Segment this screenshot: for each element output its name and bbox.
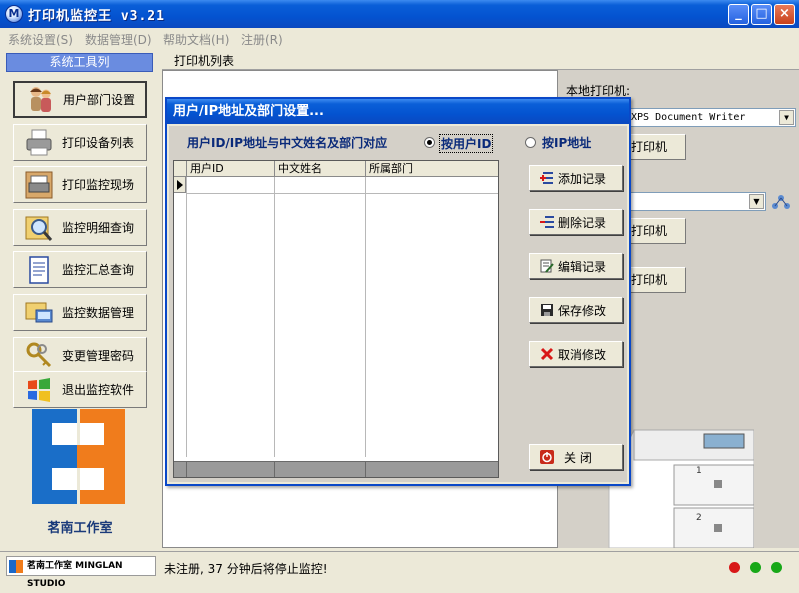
users-icon bbox=[25, 85, 55, 115]
sidebar-item-exit[interactable]: 退出监控软件 bbox=[13, 371, 147, 408]
mapping-grid[interactable]: 用户ID 中文姓名 所属部门 bbox=[173, 160, 499, 478]
maximize-button[interactable]: □ bbox=[751, 4, 772, 25]
studio-name: 茗南工作室 bbox=[47, 521, 113, 536]
user-dept-dialog: 用户/IP地址及部门设置... 用户ID/IP地址与中文姓名及部门对应 按用户I… bbox=[165, 97, 631, 486]
sidebar-item-print-monitor[interactable]: 打印监控现场 bbox=[13, 166, 147, 203]
sidebar-item-label: 打印监控现场 bbox=[62, 178, 135, 192]
sidebar: 系统工具列 用户部门设置 打印设备列表 打印监控现场 监控明细查询 监控汇总查询… bbox=[0, 48, 160, 551]
add-record-button[interactable]: 添加记录 bbox=[529, 165, 623, 191]
save-changes-label: 保存修改 bbox=[558, 303, 607, 318]
printer-icon bbox=[24, 128, 54, 158]
cancel-changes-label: 取消修改 bbox=[558, 347, 607, 362]
title-bar: M 打印机监控王 v3.21 _ □ × bbox=[0, 0, 799, 28]
dialog-close-button[interactable]: 关 闭 bbox=[529, 444, 623, 470]
menu-data-manage[interactable]: 数据管理(D) bbox=[85, 31, 152, 48]
add-row-icon bbox=[540, 171, 554, 185]
radio-by-user-id[interactable] bbox=[424, 137, 435, 148]
sidebar-item-detail-query[interactable]: 监控明细查询 bbox=[13, 209, 147, 246]
status-brand-text: 茗南工作室 MINGLAN STUDIO bbox=[27, 561, 123, 589]
add-record-label: 添加记录 bbox=[558, 171, 607, 186]
sidebar-header: 系统工具列 bbox=[6, 53, 153, 72]
row-indicator-icon bbox=[174, 177, 186, 193]
chevron-down-icon[interactable]: ▼ bbox=[779, 110, 794, 125]
windows-icon bbox=[24, 375, 54, 405]
save-changes-button[interactable]: 保存修改 bbox=[529, 297, 623, 323]
grid-header: 用户ID 中文姓名 所属部门 bbox=[174, 161, 498, 177]
menu-help[interactable]: 帮助文档(H) bbox=[163, 31, 229, 48]
tab-printer-list[interactable]: 打印机列表 bbox=[174, 52, 234, 69]
chevron-down-icon[interactable]: ▼ bbox=[749, 194, 764, 209]
status-light-green bbox=[750, 562, 761, 573]
status-message: 未注册, 37 分钟后将停止监控! bbox=[164, 562, 328, 576]
grid-footer-divider bbox=[274, 462, 275, 477]
dialog-title: 用户/IP地址及部门设置... bbox=[167, 99, 629, 124]
close-button[interactable]: × bbox=[774, 4, 795, 25]
sidebar-item-label: 监控明细查询 bbox=[62, 221, 135, 235]
delete-record-label: 删除记录 bbox=[558, 215, 607, 230]
edit-record-label: 编辑记录 bbox=[558, 259, 607, 274]
grid-footer-divider bbox=[186, 462, 187, 477]
printer-select-value: XPS Document Writer bbox=[631, 112, 746, 123]
grid-column-line bbox=[274, 177, 275, 457]
data-manage-icon bbox=[24, 298, 54, 328]
grid-column-line bbox=[365, 177, 366, 457]
status-bar: 茗南工作室 MINGLAN STUDIO 未注册, 37 分钟后将停止监控! bbox=[0, 551, 799, 589]
edit-record-button[interactable]: 编辑记录 bbox=[529, 253, 623, 279]
tab-strip: 打印机列表 bbox=[162, 48, 799, 70]
radio-by-user-id-label[interactable]: 按用户ID bbox=[439, 134, 494, 153]
delete-row-icon bbox=[540, 215, 554, 229]
delete-record-button[interactable]: 删除记录 bbox=[529, 209, 623, 235]
print-monitor-icon bbox=[24, 170, 54, 200]
sidebar-item-label: 退出监控软件 bbox=[62, 383, 135, 397]
sidebar-item-data-manage[interactable]: 监控数据管理 bbox=[13, 294, 147, 331]
status-light-green bbox=[771, 562, 782, 573]
svg-text:1: 1 bbox=[696, 466, 702, 476]
status-brand: 茗南工作室 MINGLAN STUDIO bbox=[6, 556, 156, 589]
studio-logo bbox=[32, 409, 125, 504]
grid-footer-divider bbox=[365, 462, 366, 477]
svg-text:2: 2 bbox=[696, 513, 702, 523]
radio-by-ip-label[interactable]: 按IP地址 bbox=[542, 134, 591, 151]
app-icon: M bbox=[5, 5, 23, 23]
document-icon bbox=[24, 255, 54, 285]
menu-bar: 系统设置(S) 数据管理(D) 帮助文档(H) 注册(R) bbox=[0, 28, 799, 48]
network-icon[interactable] bbox=[772, 194, 790, 210]
sidebar-item-printer-list[interactable]: 打印设备列表 bbox=[13, 124, 147, 161]
sidebar-item-user-dept[interactable]: 用户部门设置 bbox=[13, 81, 147, 118]
grid-column-line bbox=[186, 177, 187, 457]
menu-register[interactable]: 注册(R) bbox=[241, 31, 283, 48]
column-header-dept[interactable]: 所属部门 bbox=[365, 161, 498, 177]
column-header-name[interactable]: 中文姓名 bbox=[274, 161, 365, 177]
cancel-changes-button[interactable]: 取消修改 bbox=[529, 341, 623, 367]
sidebar-item-label: 监控汇总查询 bbox=[62, 263, 135, 277]
power-icon bbox=[540, 450, 554, 464]
dialog-body: 用户ID/IP地址与中文姓名及部门对应 按用户ID 按IP地址 用户ID 中文姓… bbox=[169, 126, 627, 482]
minimize-button[interactable]: _ bbox=[728, 4, 749, 25]
menu-system-settings[interactable]: 系统设置(S) bbox=[8, 31, 73, 48]
grid-row-line bbox=[186, 193, 498, 194]
dialog-close-label: 关 闭 bbox=[564, 450, 592, 465]
brand-logo-icon bbox=[9, 560, 23, 573]
save-icon bbox=[540, 303, 554, 317]
sidebar-item-label: 用户部门设置 bbox=[63, 93, 136, 107]
column-header-user-id[interactable]: 用户ID bbox=[186, 161, 274, 177]
magnifier-icon bbox=[24, 213, 54, 243]
dialog-caption: 用户ID/IP地址与中文姓名及部门对应 bbox=[187, 136, 388, 150]
sidebar-item-change-password[interactable]: 变更管理密码 bbox=[13, 337, 147, 374]
sidebar-item-label: 变更管理密码 bbox=[62, 349, 135, 363]
window-title: 打印机监控王 v3.21 bbox=[28, 9, 165, 24]
status-light-red bbox=[729, 562, 740, 573]
grid-footer bbox=[174, 461, 498, 477]
keys-icon bbox=[24, 341, 54, 371]
sidebar-item-label: 打印设备列表 bbox=[62, 136, 135, 150]
radio-by-ip[interactable] bbox=[525, 137, 536, 148]
sidebar-item-label: 监控数据管理 bbox=[62, 306, 135, 320]
cancel-x-icon bbox=[540, 347, 554, 361]
edit-icon bbox=[540, 259, 554, 273]
sidebar-item-summary-query[interactable]: 监控汇总查询 bbox=[13, 251, 147, 288]
